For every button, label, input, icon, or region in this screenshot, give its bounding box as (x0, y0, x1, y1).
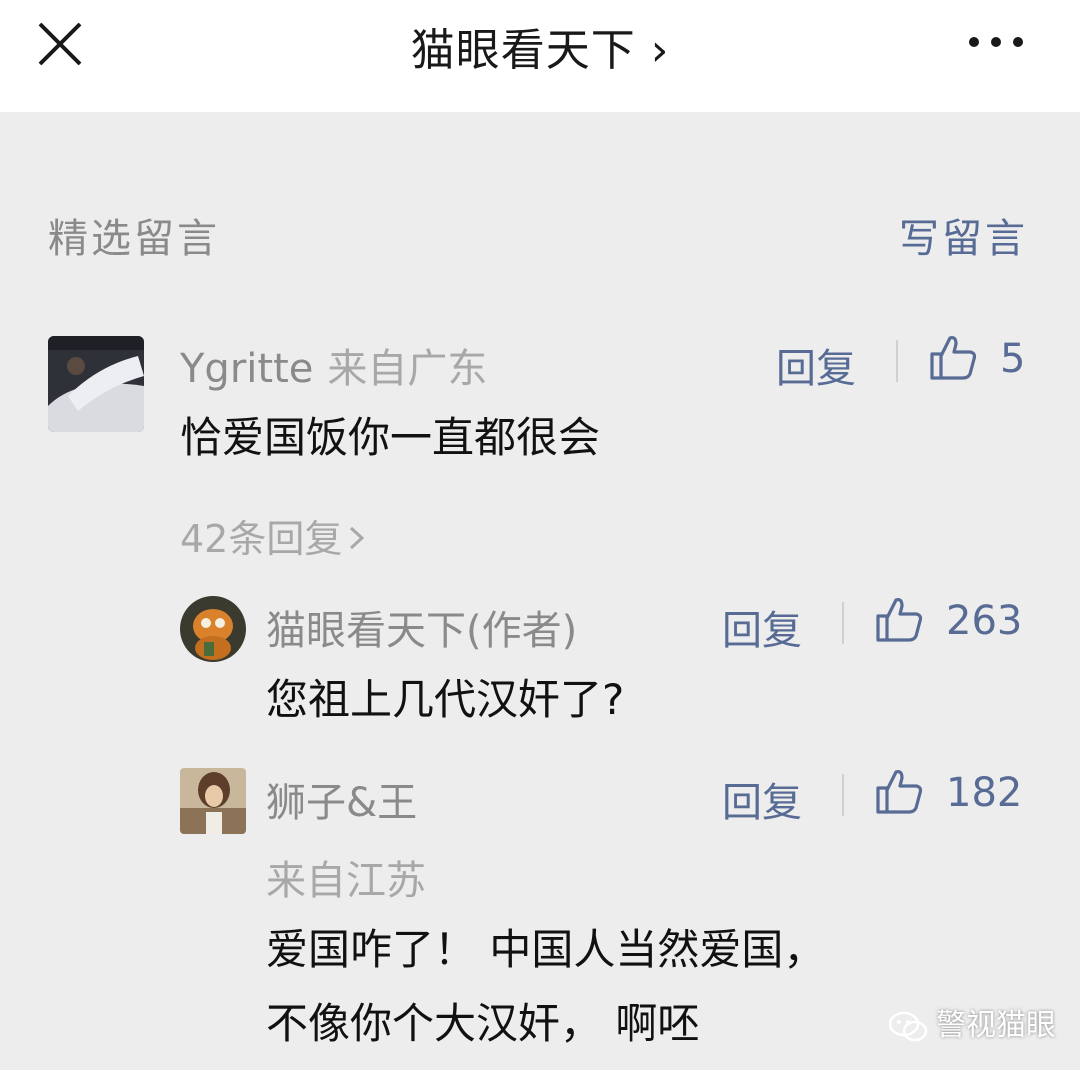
more-replies-link[interactable]: 42条回复 (180, 508, 368, 563)
like-count: 263 (946, 598, 1023, 644)
more-replies-label: 42条回复 (180, 517, 343, 561)
more-button[interactable] (966, 32, 1026, 52)
comment-user-name: Ygritte 来自广东 (180, 336, 487, 394)
reply-user-name: 狮子&王 (266, 780, 418, 826)
page-title[interactable]: 猫眼看天下 › (0, 14, 1080, 78)
thumbs-up-icon[interactable] (874, 766, 924, 816)
avatar[interactable] (180, 596, 246, 662)
user-location: 来自广东 (327, 346, 488, 392)
more-dots-icon (969, 37, 1023, 47)
reply-button[interactable]: 回复 (722, 598, 802, 656)
comment-content: 恰爱国饭你一直都很会 (180, 413, 601, 462)
like-count: 5 (1000, 336, 1026, 382)
divider (896, 340, 898, 382)
avatar[interactable] (48, 336, 144, 432)
watermark: 警视猫眼 (888, 1000, 1056, 1044)
wechat-icon (888, 1011, 928, 1041)
top-bar: 猫眼看天下 › (0, 0, 1080, 112)
reply-content: 您祖上几代汉奸了? (266, 675, 625, 724)
reply-user-name: 猫眼看天下(作者) (266, 608, 578, 654)
like-count: 182 (946, 770, 1023, 816)
user-location: 来自江苏 (266, 858, 426, 904)
reply-content-line: 爱国咋了！ 中国人当然爱国， (266, 925, 826, 974)
thumbs-up-icon[interactable] (928, 332, 978, 382)
avatar[interactable] (180, 768, 246, 834)
section-title: 精选留言 (48, 216, 220, 262)
write-comment-button[interactable]: 写留言 (899, 206, 1028, 264)
watermark-text: 警视猫眼 (936, 1008, 1056, 1043)
reply-button[interactable]: 回复 (776, 336, 856, 394)
user-name: Ygritte (180, 346, 314, 392)
chevron-right-icon (350, 526, 365, 550)
reply-button[interactable]: 回复 (722, 770, 802, 828)
reply-content-line: 不像你个大汉奸， 啊呸 (266, 999, 700, 1048)
divider (842, 602, 844, 644)
divider (842, 774, 844, 816)
thumbs-up-icon[interactable] (874, 594, 924, 644)
